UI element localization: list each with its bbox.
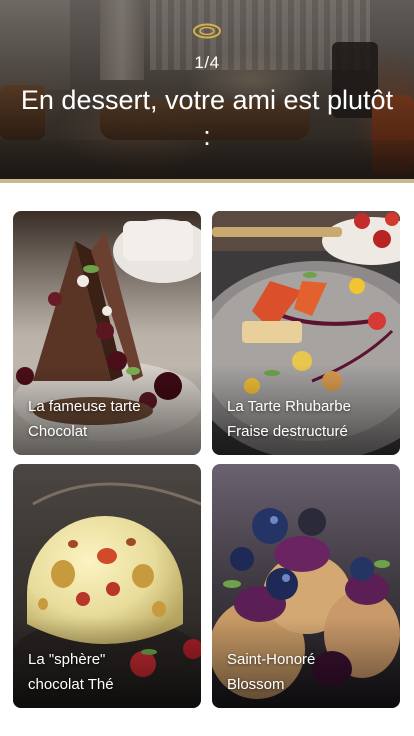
option-label: La Tarte Rhubarbe Fraise destructuré [227,394,390,444]
option-label-line2: chocolat Thé [28,676,114,693]
question-progress: 1/4 [194,53,220,72]
option-card-tarte-chocolat[interactable]: La fameuse tarte Chocolat [13,211,201,455]
option-label-line1: La "sphère" [28,651,106,668]
question-title: En dessert, votre ami est plutôt : [20,85,394,151]
option-card-saint-honore[interactable]: Saint-Honoré Blossom [212,464,400,708]
option-label-line2: Fraise destructuré [227,423,348,440]
option-label: La fameuse tarte Chocolat [28,394,191,444]
gold-ring-logo-icon [193,23,221,39]
option-card-sphere-chocolat-the[interactable]: La "sphère" chocolat Thé [13,464,201,708]
option-label: Saint-Honoré Blossom [227,647,390,697]
hero-banner: 1/4 En dessert, votre ami est plutôt : [0,0,414,183]
option-label: La "sphère" chocolat Thé [28,647,191,697]
option-label-line1: Saint-Honoré [227,651,316,668]
option-label-line1: La Tarte Rhubarbe [227,398,351,415]
option-card-tarte-rhubarbe[interactable]: La Tarte Rhubarbe Fraise destructuré [212,211,400,455]
option-label-line2: Chocolat [28,423,88,440]
option-label-line2: Blossom [227,676,285,693]
header-divider [0,179,414,183]
option-label-line1: La fameuse tarte [28,398,141,415]
